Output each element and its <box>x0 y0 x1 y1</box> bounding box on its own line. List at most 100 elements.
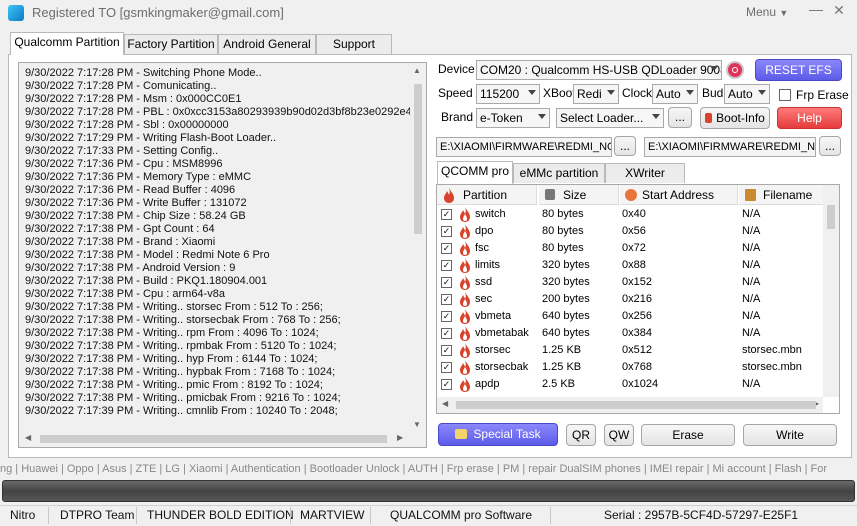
log-line: 9/30/2022 7:17:33 PM - Setting Config.. <box>25 145 219 157</box>
firmware-browse-button-1[interactable]: ... <box>614 136 636 156</box>
log-line: 9/30/2022 7:17:38 PM - Android Version :… <box>25 262 236 274</box>
table-row[interactable]: ✓ vbmeta 640 bytes 0x256 N/A <box>437 308 825 325</box>
firmware-browse-button-2[interactable]: ... <box>819 136 841 156</box>
column-size-label: Size <box>563 188 587 202</box>
row-checkbox[interactable]: ✓ <box>441 345 452 356</box>
brand-value: e-Token <box>480 111 523 125</box>
qw-button[interactable]: QW <box>604 424 634 446</box>
tab-emmc-partition[interactable]: eMMc partition <box>513 163 605 183</box>
loader-select[interactable]: Select Loader... <box>556 108 664 128</box>
scroll-left-icon[interactable]: ◀ <box>25 433 31 442</box>
status-separator <box>136 507 137 524</box>
special-task-button[interactable]: Special Task <box>438 423 558 446</box>
column-size[interactable]: Size <box>539 185 619 205</box>
partition-name: storsec <box>475 344 511 356</box>
log-box[interactable]: 9/30/2022 7:17:28 PM - Switching Phone M… <box>18 62 427 448</box>
boot-info-label: Boot-Info <box>716 111 765 125</box>
partition-scroll-thumb[interactable] <box>827 205 835 229</box>
device-select[interactable]: COM20 : Qualcomm HS-USB QDLoader 9008 <box>476 60 722 80</box>
tab-factory-partition[interactable]: Factory Partition <box>124 34 218 54</box>
tab-xwriter[interactable]: XWriter <box>605 163 685 183</box>
tab-qcomm-pro[interactable]: QCOMM pro <box>437 161 513 184</box>
frp-erase-checkbox[interactable] <box>779 89 791 101</box>
log-line: 9/30/2022 7:17:38 PM - Writing.. hypbak … <box>25 366 336 378</box>
table-row[interactable]: ✓ dpo 80 bytes 0x56 N/A <box>437 223 825 240</box>
scroll-up-icon[interactable]: ▲ <box>413 66 421 75</box>
xboot-select[interactable]: Redi <box>573 84 619 104</box>
clock-label: Clock <box>622 86 653 100</box>
write-button[interactable]: Write <box>743 424 837 446</box>
window-title: Registered TO [gsmkingmaker@gmail.com] <box>32 5 284 20</box>
row-checkbox[interactable]: ✓ <box>441 260 452 271</box>
log-line: 9/30/2022 7:17:38 PM - Cpu : arm64-v8a <box>25 288 225 300</box>
row-checkbox[interactable]: ✓ <box>441 328 452 339</box>
loader-browse-button[interactable]: ... <box>668 107 692 128</box>
clock-select[interactable]: Auto <box>652 84 698 104</box>
tab-support[interactable]: Support <box>316 34 392 54</box>
scroll-right-icon[interactable]: ▶ <box>397 433 403 442</box>
firmware-path-field-2[interactable]: E:\XIAOMI\FIRMWARE\REDMI_NO <box>644 137 816 157</box>
table-row[interactable]: ✓ ssd 320 bytes 0x152 N/A <box>437 274 825 291</box>
bud-select[interactable]: Auto <box>724 84 770 104</box>
log-line: 9/30/2022 7:17:38 PM - Gpt Count : 64 <box>25 223 215 235</box>
column-filename[interactable]: Filename <box>739 185 825 205</box>
table-row[interactable]: ✓ fsc 80 bytes 0x72 N/A <box>437 240 825 257</box>
menu-button[interactable]: Menu ▼ <box>746 5 788 19</box>
chevron-down-icon <box>538 114 546 119</box>
partition-start: 0x768 <box>622 361 652 373</box>
erase-button[interactable]: Erase <box>641 424 735 446</box>
row-checkbox[interactable]: ✓ <box>441 243 452 254</box>
log-line: 9/30/2022 7:17:38 PM - Writing.. pmicbak… <box>25 392 341 404</box>
row-checkbox[interactable]: ✓ <box>441 277 452 288</box>
flame-icon <box>460 207 470 222</box>
column-start-address[interactable]: Start Address <box>620 185 738 205</box>
partition-table[interactable]: Partition Size Start Address Filename ✓ s… <box>436 184 840 414</box>
chevron-down-icon <box>607 90 615 95</box>
row-checkbox[interactable]: ✓ <box>441 294 452 305</box>
tab-qualcomm-partition[interactable]: Qualcomm Partition <box>10 32 124 55</box>
table-row[interactable]: ✓ storsecbak 1.25 KB 0x768 storsec.mbn <box>437 359 825 376</box>
partition-file: N/A <box>742 242 761 254</box>
status-separator <box>370 507 371 524</box>
status-separator <box>48 507 49 524</box>
log-scroll-thumb[interactable] <box>414 84 422 234</box>
log-hscroll-thumb[interactable] <box>40 435 387 443</box>
firmware-path-field-1[interactable]: E:\XIAOMI\FIRMWARE\REDMI_NO <box>436 137 612 157</box>
close-button[interactable]: ✕ <box>828 0 850 20</box>
table-row[interactable]: ✓ apdp 2.5 KB 0x1024 N/A <box>437 376 825 393</box>
chevron-down-icon <box>758 90 766 95</box>
help-button[interactable]: Help <box>777 107 842 129</box>
table-row[interactable]: ✓ switch 80 bytes 0x40 N/A <box>437 206 825 223</box>
refresh-port-icon[interactable] <box>726 61 744 79</box>
speed-label: Speed <box>438 86 473 100</box>
table-row[interactable]: ✓ limits 320 bytes 0x88 N/A <box>437 257 825 274</box>
magic-wand-icon <box>455 429 468 439</box>
partition-name: ssd <box>475 276 493 288</box>
table-row[interactable]: ✓ sec 200 bytes 0x216 N/A <box>437 291 825 308</box>
scroll-down-icon[interactable]: ▼ <box>413 420 421 429</box>
scroll-left-icon[interactable]: ◀ <box>442 399 448 408</box>
row-checkbox[interactable]: ✓ <box>441 226 452 237</box>
partition-hscroll-thumb[interactable] <box>456 401 816 409</box>
column-partition[interactable]: Partition <box>437 185 537 205</box>
row-checkbox[interactable]: ✓ <box>441 379 452 390</box>
partition-size: 80 bytes <box>542 242 584 254</box>
partition-name: switch <box>475 208 506 220</box>
minimize-button[interactable]: — <box>806 0 826 20</box>
reset-efs-button[interactable]: RESET EFS <box>755 59 842 81</box>
row-checkbox[interactable]: ✓ <box>441 362 452 373</box>
table-row[interactable]: ✓ vbmetabak 640 bytes 0x384 N/A <box>437 325 825 342</box>
status-team: DTPRO Team <box>60 508 135 522</box>
log-line: 9/30/2022 7:17:36 PM - Cpu : MSM8996 <box>25 158 223 170</box>
tab-android-general[interactable]: Android General <box>218 34 316 54</box>
boot-info-button[interactable]: Boot-Info <box>700 107 770 129</box>
brand-select[interactable]: e-Token <box>476 108 550 128</box>
row-checkbox[interactable]: ✓ <box>441 311 452 322</box>
partition-start: 0x384 <box>622 327 652 339</box>
row-checkbox[interactable]: ✓ <box>441 209 452 220</box>
qr-button[interactable]: QR <box>566 424 596 446</box>
table-row[interactable]: ✓ storsec 1.25 KB 0x512 storsec.mbn <box>437 342 825 359</box>
flame-icon <box>460 343 470 358</box>
partition-file: N/A <box>742 208 761 220</box>
speed-select[interactable]: 115200 <box>476 84 540 104</box>
